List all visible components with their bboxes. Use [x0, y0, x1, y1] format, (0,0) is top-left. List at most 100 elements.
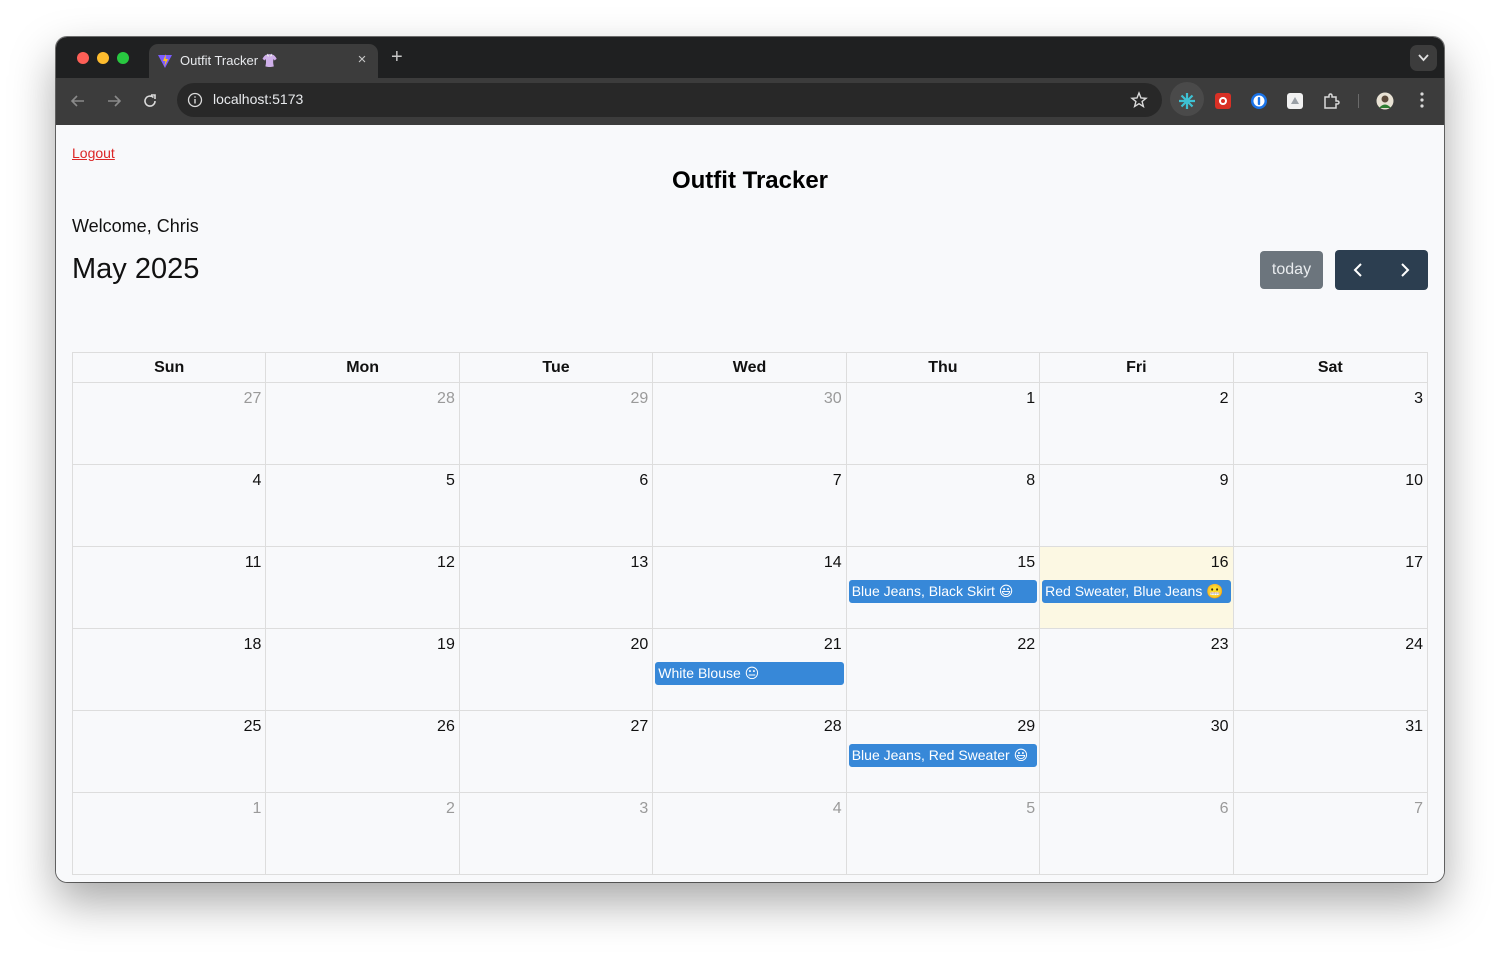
day-number: 16 — [1210, 554, 1229, 571]
day-cell-today[interactable]: 16 Red Sweater, Blue Jeans 😬 — [1040, 547, 1234, 628]
bookmark-star-icon[interactable] — [1130, 91, 1148, 109]
password-manager-icon[interactable] — [1250, 92, 1268, 110]
day-cell[interactable]: 24 — [1234, 629, 1427, 710]
day-cell[interactable]: 7 — [653, 465, 847, 546]
day-cell[interactable]: 2 — [266, 793, 460, 874]
day-number: 7 — [1414, 800, 1423, 817]
day-cell[interactable]: 10 — [1234, 465, 1427, 546]
day-number: 12 — [437, 554, 455, 571]
url-text: localhost:5173 — [213, 91, 304, 107]
day-cell[interactable]: 27 — [73, 383, 267, 464]
day-number: 21 — [823, 636, 842, 653]
calendar-week: 11 12 13 14 15 Blue Jeans, Black Skirt 😃… — [73, 546, 1427, 628]
site-info-icon[interactable] — [187, 92, 203, 108]
day-cell[interactable]: 30 — [1040, 711, 1234, 792]
day-number: 29 — [1017, 718, 1036, 735]
day-number: 27 — [630, 718, 649, 735]
calendar-event[interactable]: Red Sweater, Blue Jeans 😬 — [1042, 580, 1231, 603]
day-cell[interactable]: 5 — [266, 465, 460, 546]
day-cell[interactable]: 31 — [1234, 711, 1427, 792]
day-cell[interactable]: 3 — [1234, 383, 1427, 464]
day-number: 4 — [252, 472, 262, 489]
calendar-nav-buttons — [1335, 250, 1428, 290]
calendar-event[interactable]: White Blouse 😐 — [655, 662, 844, 685]
day-cell[interactable]: 30 — [653, 383, 847, 464]
day-number: 31 — [1405, 718, 1423, 735]
tab-search-button[interactable] — [1410, 45, 1437, 71]
day-number: 20 — [630, 636, 649, 653]
day-cell[interactable]: 5 — [847, 793, 1041, 874]
day-number: 2 — [445, 800, 455, 817]
today-button[interactable]: today — [1260, 251, 1323, 289]
day-cell[interactable]: 26 — [266, 711, 460, 792]
tab-outfit-tracker[interactable]: Outfit Tracker 👚 × — [149, 44, 378, 78]
chevron-left-icon — [1353, 263, 1362, 277]
day-cell[interactable]: 11 — [73, 547, 267, 628]
day-cell[interactable]: 17 — [1234, 547, 1427, 628]
prev-month-button[interactable] — [1335, 250, 1381, 290]
weekday-label: Thu — [847, 353, 1041, 382]
day-cell[interactable]: 21 White Blouse 😐 — [653, 629, 847, 710]
day-number: 28 — [437, 390, 455, 407]
day-cell[interactable]: 3 — [460, 793, 654, 874]
extensions-puzzle-icon[interactable] — [1322, 92, 1340, 110]
day-number: 18 — [243, 636, 262, 653]
next-month-button[interactable] — [1382, 250, 1428, 290]
day-number: 26 — [437, 718, 455, 735]
day-number: 5 — [445, 472, 455, 489]
back-arrow-icon[interactable] — [69, 92, 87, 110]
day-number: 3 — [639, 800, 649, 817]
day-number: 2 — [1219, 390, 1229, 407]
minimize-window-button[interactable] — [97, 52, 109, 64]
close-window-button[interactable] — [77, 52, 89, 64]
day-number: 24 — [1405, 636, 1423, 653]
day-cell[interactable]: 2 — [1040, 383, 1234, 464]
day-cell[interactable]: 29 Blue Jeans, Red Sweater 😃 — [847, 711, 1041, 792]
day-number: 11 — [244, 554, 262, 571]
day-cell[interactable]: 7 — [1234, 793, 1427, 874]
day-cell[interactable]: 14 — [653, 547, 847, 628]
forward-arrow-icon[interactable] — [105, 92, 123, 110]
day-number: 27 — [243, 390, 262, 407]
day-cell[interactable]: 22 — [847, 629, 1041, 710]
day-cell[interactable]: 18 — [73, 629, 267, 710]
weekday-label: Fri — [1040, 353, 1234, 382]
day-cell[interactable]: 15 Blue Jeans, Black Skirt 😃 — [847, 547, 1041, 628]
reload-icon[interactable] — [141, 92, 159, 110]
profile-avatar-icon[interactable] — [1376, 92, 1394, 110]
day-cell[interactable]: 13 — [460, 547, 654, 628]
day-cell[interactable]: 8 — [847, 465, 1041, 546]
tab-close-icon[interactable]: × — [354, 52, 370, 68]
day-cell[interactable]: 29 — [460, 383, 654, 464]
day-cell[interactable]: 12 — [266, 547, 460, 628]
perplexity-extension-icon[interactable] — [1178, 92, 1196, 110]
calendar-event[interactable]: Blue Jeans, Red Sweater 😃 — [848, 744, 1038, 767]
new-tab-button[interactable]: + — [391, 47, 403, 67]
day-cell[interactable]: 20 — [460, 629, 654, 710]
day-cell[interactable]: 25 — [73, 711, 267, 792]
calendar-week: 1 2 3 4 5 6 7 — [73, 792, 1427, 874]
day-cell[interactable]: 6 — [460, 465, 654, 546]
white-extension-icon[interactable] — [1286, 92, 1304, 110]
day-number: 3 — [1414, 390, 1423, 407]
day-number: 30 — [1210, 718, 1229, 735]
day-cell[interactable]: 1 — [847, 383, 1041, 464]
day-cell[interactable]: 28 — [266, 383, 460, 464]
day-number: 6 — [639, 472, 649, 489]
calendar-month-title: May 2025 — [72, 253, 200, 285]
zoom-window-button[interactable] — [117, 52, 129, 64]
day-cell[interactable]: 4 — [73, 465, 267, 546]
day-cell[interactable]: 4 — [653, 793, 847, 874]
day-cell[interactable]: 1 — [73, 793, 267, 874]
logout-link[interactable]: Logout — [72, 145, 115, 161]
day-cell[interactable]: 23 — [1040, 629, 1234, 710]
day-cell[interactable]: 19 — [266, 629, 460, 710]
more-menu-icon[interactable] — [1420, 91, 1424, 109]
calendar-event[interactable]: Blue Jeans, Black Skirt 😃 — [848, 580, 1038, 603]
red-extension-icon[interactable] — [1214, 92, 1232, 110]
day-cell[interactable]: 27 — [460, 711, 654, 792]
day-cell[interactable]: 28 — [653, 711, 847, 792]
address-bar[interactable]: localhost:5173 — [177, 83, 1162, 117]
day-cell[interactable]: 6 — [1040, 793, 1234, 874]
day-cell[interactable]: 9 — [1040, 465, 1234, 546]
